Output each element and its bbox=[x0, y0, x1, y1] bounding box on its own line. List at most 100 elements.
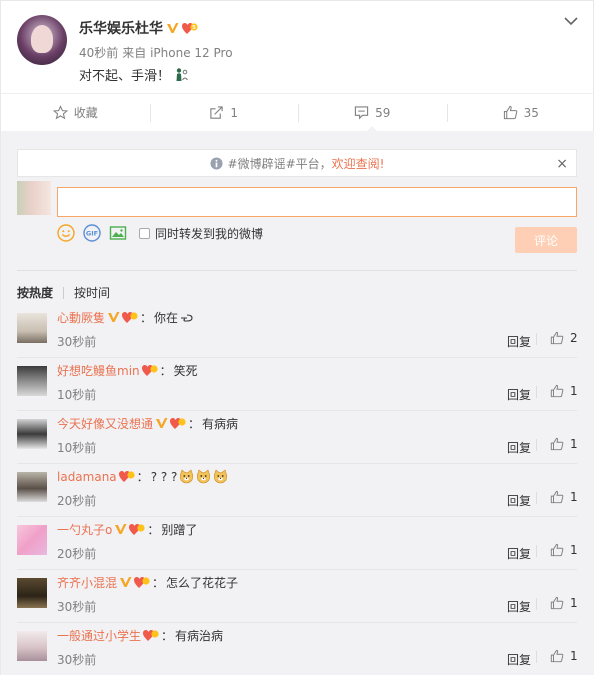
comment-text: 你在 bbox=[154, 311, 179, 325]
comment-like-button[interactable]: 1 bbox=[536, 384, 578, 398]
like-separator bbox=[536, 386, 537, 398]
comment-line: 今天好像又没想通 ：有病病 bbox=[57, 415, 238, 432]
thumbs-up-icon bbox=[550, 331, 564, 345]
favorite-button[interactable]: 收藏 bbox=[1, 94, 150, 131]
author-avatar[interactable] bbox=[17, 15, 67, 65]
fan-level-heart-icon bbox=[129, 523, 145, 536]
comment-row: 今天好像又没想通 ：有病病 10秒前 回复 1 bbox=[17, 411, 578, 464]
post-time[interactable]: 40秒前 bbox=[79, 44, 118, 61]
commenter-name[interactable]: 一勺丸子o bbox=[57, 521, 112, 538]
reply-button[interactable]: 回复 bbox=[507, 651, 531, 668]
comment-row: 齐齐小混混 ：怎么了花花子 30秒前 回复 1 bbox=[17, 570, 578, 623]
comment-row: 一般通过小学生 ：有病治病 30秒前 回复 1 bbox=[17, 623, 578, 675]
comment-time: 10秒前 bbox=[57, 441, 97, 455]
close-icon[interactable]: × bbox=[556, 156, 568, 172]
commenter-avatar[interactable] bbox=[17, 472, 47, 502]
comment-like-count: 2 bbox=[570, 331, 578, 345]
comment-text: 有病治病 bbox=[175, 629, 224, 643]
thumbs-up-icon bbox=[550, 437, 564, 451]
commenter-name[interactable]: 今天好像又没想通 bbox=[57, 415, 153, 432]
verified-v-icon bbox=[155, 417, 168, 430]
thumbs-up-icon bbox=[550, 649, 564, 663]
repost-count: 1 bbox=[230, 105, 239, 120]
thumbs-up-icon bbox=[550, 596, 564, 610]
repost-checkbox[interactable] bbox=[139, 227, 150, 239]
comment-button[interactable]: 59 bbox=[298, 94, 447, 132]
post-text-content: 对不起、手滑！ bbox=[79, 69, 171, 84]
author-line: 乐华娱乐杜华 5 bbox=[79, 18, 198, 38]
comment-like-button[interactable]: 1 bbox=[536, 649, 578, 663]
comment-like-button[interactable]: 2 bbox=[536, 331, 578, 345]
reply-button[interactable]: 回复 bbox=[507, 386, 531, 403]
repost-option[interactable]: 同时转发到我的微博 bbox=[139, 225, 263, 242]
commenter-avatar[interactable] bbox=[17, 631, 47, 661]
repost-button[interactable]: 1 bbox=[149, 94, 299, 131]
verified-v-icon bbox=[119, 576, 132, 589]
comment-colon: ： bbox=[147, 523, 160, 537]
weibo-post-card: 乐华娱乐杜华 5 40秒前 来自 iPhone 12 Pro 对不起、手滑！ 收… bbox=[0, 0, 594, 675]
like-button[interactable]: 35 bbox=[446, 94, 594, 131]
comment-like-button[interactable]: 1 bbox=[536, 490, 578, 504]
comment-like-button[interactable]: 1 bbox=[536, 543, 578, 557]
comment-colon: ： bbox=[159, 364, 172, 378]
like-separator bbox=[536, 651, 537, 663]
comment-like-button[interactable]: 1 bbox=[536, 596, 578, 610]
reply-button[interactable]: 回复 bbox=[507, 333, 531, 350]
notice-link[interactable]: 欢迎查阅! bbox=[332, 155, 385, 172]
sort-by-time-tab[interactable]: 按时间 bbox=[74, 284, 110, 301]
comment-input[interactable] bbox=[57, 187, 577, 217]
image-upload-icon[interactable] bbox=[109, 224, 127, 242]
commenter-name[interactable]: ladamana bbox=[57, 470, 117, 484]
post-source: 来自 iPhone 12 Pro bbox=[122, 46, 233, 60]
comment-row: 好想吃鳗鱼min ：笑死 10秒前 回复 1 bbox=[17, 358, 578, 411]
doge-emoji-icon bbox=[213, 469, 228, 484]
post-action-bar: 收藏 1 59 35 bbox=[1, 93, 594, 132]
fan-level-heart-icon bbox=[118, 470, 135, 483]
comment-line: 一勺丸子o ：别蹭了 bbox=[57, 521, 197, 538]
comment-line: ladamana ：? ? ? bbox=[57, 468, 228, 485]
fan-level-heart-icon bbox=[170, 417, 186, 430]
reply-button[interactable]: 回复 bbox=[507, 545, 531, 562]
comment-text: 笑死 bbox=[173, 364, 198, 378]
verified-v-icon bbox=[166, 22, 179, 35]
favorite-label: 收藏 bbox=[73, 106, 98, 120]
commenter-avatar[interactable] bbox=[17, 525, 47, 555]
comment-line: 心動厥隻 ：你在 bbox=[57, 309, 194, 326]
comment-colon: ： bbox=[152, 576, 165, 590]
emoji-picker-icon[interactable] bbox=[57, 224, 75, 242]
comment-colon: ： bbox=[140, 311, 153, 325]
commenter-name[interactable]: 齐齐小混混 bbox=[57, 574, 117, 591]
commenter-avatar[interactable] bbox=[17, 313, 47, 343]
composer-tools: GIF 同时转发到我的微博 bbox=[57, 224, 263, 242]
commenter-name[interactable]: 好想吃鳗鱼min bbox=[57, 362, 140, 379]
divider bbox=[17, 270, 577, 271]
commenter-name[interactable]: 一般通过小学生 bbox=[57, 627, 141, 644]
commenter-avatar[interactable] bbox=[17, 578, 47, 608]
repost-option-label: 同时转发到我的微博 bbox=[155, 226, 264, 241]
chevron-down-icon[interactable] bbox=[563, 15, 579, 27]
comment-line: 齐齐小混混 ：怎么了花花子 bbox=[57, 574, 238, 591]
commenter-avatar[interactable] bbox=[17, 366, 47, 396]
rumor-notice-banner: #微博辟谣#平台， 欢迎查阅! × bbox=[17, 149, 577, 177]
like-separator bbox=[536, 439, 537, 451]
fan-level-heart-icon bbox=[122, 311, 138, 324]
sort-separator bbox=[63, 286, 65, 299]
info-icon bbox=[209, 156, 223, 170]
doge-emoji-icon bbox=[196, 469, 211, 484]
comment-sort-tabs: 按热度 按时间 bbox=[17, 284, 110, 301]
reply-button[interactable]: 回复 bbox=[507, 492, 531, 509]
reply-button[interactable]: 回复 bbox=[507, 598, 531, 615]
reply-button[interactable]: 回复 bbox=[507, 439, 531, 456]
gif-icon[interactable]: GIF bbox=[83, 224, 101, 242]
like-separator bbox=[536, 492, 537, 504]
doge-emoji-icon bbox=[179, 469, 194, 484]
comment-like-button[interactable]: 1 bbox=[536, 437, 578, 451]
comment-text: ? ? ? bbox=[150, 469, 178, 484]
sort-by-hot-tab[interactable]: 按热度 bbox=[17, 284, 53, 301]
submit-comment-button[interactable]: 评论 bbox=[515, 227, 577, 253]
post-text: 对不起、手滑！ bbox=[79, 65, 189, 84]
author-name[interactable]: 乐华娱乐杜华 bbox=[79, 18, 163, 38]
commenter-avatar[interactable] bbox=[17, 419, 47, 449]
commenter-name[interactable]: 心動厥隻 bbox=[57, 309, 105, 326]
verified-v-icon bbox=[107, 311, 120, 324]
